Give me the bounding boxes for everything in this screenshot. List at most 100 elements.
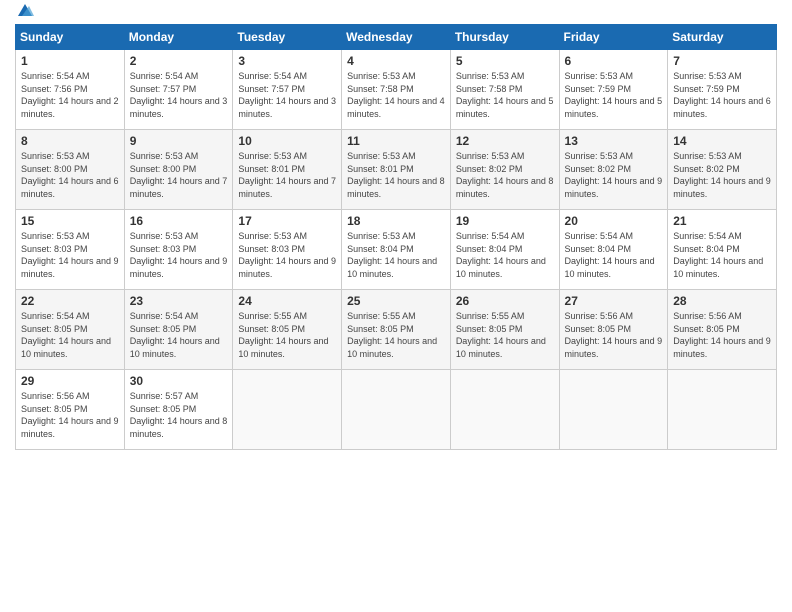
calendar-cell: 8 Sunrise: 5:53 AMSunset: 8:00 PMDaylight…	[16, 130, 125, 210]
day-info: Sunrise: 5:57 AMSunset: 8:05 PMDaylight:…	[130, 391, 228, 439]
day-info: Sunrise: 5:53 AMSunset: 8:03 PMDaylight:…	[238, 231, 336, 279]
calendar-cell: 2 Sunrise: 5:54 AMSunset: 7:57 PMDaylight…	[124, 50, 233, 130]
logo	[15, 10, 34, 16]
day-number: 10	[238, 134, 336, 148]
weekday-header-saturday: Saturday	[668, 25, 777, 50]
calendar-cell: 18 Sunrise: 5:53 AMSunset: 8:04 PMDayligh…	[342, 210, 451, 290]
day-info: Sunrise: 5:56 AMSunset: 8:05 PMDaylight:…	[21, 391, 119, 439]
day-number: 5	[456, 54, 554, 68]
day-number: 11	[347, 134, 445, 148]
day-number: 25	[347, 294, 445, 308]
weekday-header-tuesday: Tuesday	[233, 25, 342, 50]
calendar-cell: 23 Sunrise: 5:54 AMSunset: 8:05 PMDayligh…	[124, 290, 233, 370]
day-number: 7	[673, 54, 771, 68]
day-number: 27	[565, 294, 663, 308]
day-number: 4	[347, 54, 445, 68]
calendar-cell: 22 Sunrise: 5:54 AMSunset: 8:05 PMDayligh…	[16, 290, 125, 370]
calendar-cell: 29 Sunrise: 5:56 AMSunset: 8:05 PMDayligh…	[16, 370, 125, 450]
calendar-cell: 4 Sunrise: 5:53 AMSunset: 7:58 PMDaylight…	[342, 50, 451, 130]
day-number: 23	[130, 294, 228, 308]
day-number: 20	[565, 214, 663, 228]
calendar-cell: 27 Sunrise: 5:56 AMSunset: 8:05 PMDayligh…	[559, 290, 668, 370]
day-info: Sunrise: 5:53 AMSunset: 8:02 PMDaylight:…	[565, 151, 663, 199]
calendar-cell: 30 Sunrise: 5:57 AMSunset: 8:05 PMDayligh…	[124, 370, 233, 450]
calendar-page: SundayMondayTuesdayWednesdayThursdayFrid…	[0, 0, 792, 612]
day-number: 9	[130, 134, 228, 148]
calendar-cell: 1 Sunrise: 5:54 AMSunset: 7:56 PMDaylight…	[16, 50, 125, 130]
calendar-cell	[450, 370, 559, 450]
calendar-cell: 15Sunrise: 5:53 AMSunset: 8:03 PMDayligh…	[16, 210, 125, 290]
calendar-cell: 7 Sunrise: 5:53 AMSunset: 7:59 PMDaylight…	[668, 50, 777, 130]
calendar-cell	[233, 370, 342, 450]
calendar-cell	[559, 370, 668, 450]
calendar-cell: 13 Sunrise: 5:53 AMSunset: 8:02 PMDayligh…	[559, 130, 668, 210]
day-info: Sunrise: 5:53 AMSunset: 7:58 PMDaylight:…	[456, 71, 554, 119]
day-info: Sunrise: 5:53 AMSunset: 8:04 PMDaylight:…	[347, 231, 437, 279]
day-number: 3	[238, 54, 336, 68]
day-number: 26	[456, 294, 554, 308]
weekday-header-thursday: Thursday	[450, 25, 559, 50]
day-info: Sunrise: 5:55 AMSunset: 8:05 PMDaylight:…	[238, 311, 328, 359]
calendar-cell: 12 Sunrise: 5:53 AMSunset: 8:02 PMDayligh…	[450, 130, 559, 210]
day-info: Sunrise: 5:53 AMSunset: 8:02 PMDaylight:…	[673, 151, 771, 199]
day-info: Sunrise: 5:55 AMSunset: 8:05 PMDaylight:…	[456, 311, 546, 359]
day-info: Sunrise: 5:54 AMSunset: 7:57 PMDaylight:…	[238, 71, 336, 119]
calendar-cell: 19 Sunrise: 5:54 AMSunset: 8:04 PMDayligh…	[450, 210, 559, 290]
day-info: Sunrise: 5:53 AMSunset: 7:59 PMDaylight:…	[565, 71, 663, 119]
day-info: Sunrise: 5:53 AMSunset: 8:01 PMDaylight:…	[347, 151, 445, 199]
day-number: 22	[21, 294, 119, 308]
calendar-cell: 9 Sunrise: 5:53 AMSunset: 8:00 PMDaylight…	[124, 130, 233, 210]
day-info: Sunrise: 5:54 AMSunset: 8:04 PMDaylight:…	[673, 231, 763, 279]
weekday-header-friday: Friday	[559, 25, 668, 50]
day-info: Sunrise: 5:53 AMSunset: 7:58 PMDaylight:…	[347, 71, 445, 119]
day-info: Sunrise: 5:54 AMSunset: 8:04 PMDaylight:…	[456, 231, 546, 279]
weekday-header-monday: Monday	[124, 25, 233, 50]
day-info: Sunrise: 5:53 AMSunset: 8:03 PMDaylight:…	[130, 231, 228, 279]
calendar-cell: 25 Sunrise: 5:55 AMSunset: 8:05 PMDayligh…	[342, 290, 451, 370]
day-number: 2	[130, 54, 228, 68]
header-area	[15, 10, 777, 16]
logo-icon	[16, 2, 34, 20]
calendar-cell: 24 Sunrise: 5:55 AMSunset: 8:05 PMDayligh…	[233, 290, 342, 370]
day-number: 30	[130, 374, 228, 388]
calendar-cell: 14Sunrise: 5:53 AMSunset: 8:02 PMDayligh…	[668, 130, 777, 210]
day-number: 28	[673, 294, 771, 308]
day-info: Sunrise: 5:53 AMSunset: 8:01 PMDaylight:…	[238, 151, 336, 199]
day-info: Sunrise: 5:54 AMSunset: 7:57 PMDaylight:…	[130, 71, 228, 119]
calendar-cell	[342, 370, 451, 450]
day-number: 24	[238, 294, 336, 308]
day-info: Sunrise: 5:53 AMSunset: 8:02 PMDaylight:…	[456, 151, 554, 199]
day-number: 13	[565, 134, 663, 148]
day-info: Sunrise: 5:56 AMSunset: 8:05 PMDaylight:…	[673, 311, 771, 359]
calendar-cell: 11 Sunrise: 5:53 AMSunset: 8:01 PMDayligh…	[342, 130, 451, 210]
day-info: Sunrise: 5:54 AMSunset: 7:56 PMDaylight:…	[21, 71, 119, 119]
day-number: 12	[456, 134, 554, 148]
calendar-cell: 21 Sunrise: 5:54 AMSunset: 8:04 PMDayligh…	[668, 210, 777, 290]
day-number: 17	[238, 214, 336, 228]
day-info: Sunrise: 5:54 AMSunset: 8:05 PMDaylight:…	[130, 311, 220, 359]
day-info: Sunrise: 5:53 AMSunset: 8:00 PMDaylight:…	[21, 151, 119, 199]
weekday-header-wednesday: Wednesday	[342, 25, 451, 50]
calendar-cell: 20 Sunrise: 5:54 AMSunset: 8:04 PMDayligh…	[559, 210, 668, 290]
day-number: 1	[21, 54, 119, 68]
day-number: 6	[565, 54, 663, 68]
day-number: 8	[21, 134, 119, 148]
calendar-cell: 10 Sunrise: 5:53 AMSunset: 8:01 PMDayligh…	[233, 130, 342, 210]
day-number: 18	[347, 214, 445, 228]
day-info: Sunrise: 5:53 AMSunset: 8:03 PMDaylight:…	[21, 231, 119, 279]
calendar-cell: 16Sunrise: 5:53 AMSunset: 8:03 PMDayligh…	[124, 210, 233, 290]
day-info: Sunrise: 5:53 AMSunset: 7:59 PMDaylight:…	[673, 71, 771, 119]
day-info: Sunrise: 5:54 AMSunset: 8:05 PMDaylight:…	[21, 311, 111, 359]
day-info: Sunrise: 5:53 AMSunset: 8:00 PMDaylight:…	[130, 151, 228, 199]
calendar-cell: 28 Sunrise: 5:56 AMSunset: 8:05 PMDayligh…	[668, 290, 777, 370]
calendar-cell: 26 Sunrise: 5:55 AMSunset: 8:05 PMDayligh…	[450, 290, 559, 370]
day-number: 21	[673, 214, 771, 228]
calendar-cell	[668, 370, 777, 450]
day-info: Sunrise: 5:56 AMSunset: 8:05 PMDaylight:…	[565, 311, 663, 359]
day-number: 19	[456, 214, 554, 228]
day-info: Sunrise: 5:55 AMSunset: 8:05 PMDaylight:…	[347, 311, 437, 359]
calendar-table: SundayMondayTuesdayWednesdayThursdayFrid…	[15, 24, 777, 450]
day-number: 29	[21, 374, 119, 388]
day-info: Sunrise: 5:54 AMSunset: 8:04 PMDaylight:…	[565, 231, 655, 279]
calendar-cell: 3 Sunrise: 5:54 AMSunset: 7:57 PMDaylight…	[233, 50, 342, 130]
